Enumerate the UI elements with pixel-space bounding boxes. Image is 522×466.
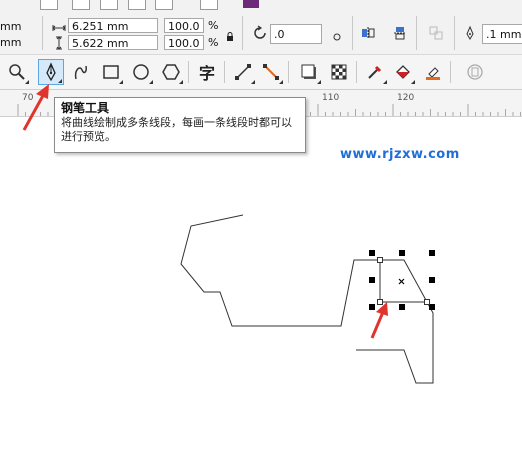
height-field[interactable]: 5.622 mm [68,35,158,50]
separator [450,61,451,83]
selection-handle[interactable] [399,250,405,256]
toolbar-stub-icon[interactable] [155,0,173,10]
smart-fill-tool[interactable] [420,59,446,85]
tooltip-title: 钢笔工具 [61,101,110,115]
flyout-corner [25,80,29,84]
drop-shadow-tool[interactable] [296,59,322,85]
scale-y-field[interactable]: 100.0 [164,35,204,50]
rotate-icon [252,25,268,41]
pen-nib-icon [462,25,478,41]
red-arrow-icon [370,302,388,339]
left-drawn-path[interactable] [180,214,380,327]
percent-label: % [208,36,219,49]
toolbar-stub-icon[interactable] [100,0,118,10]
fill-icon [426,67,440,80]
bezier-tool[interactable] [68,59,94,85]
pen-tool-tooltip: 钢笔工具 将曲线绘制成多条线段，每画一条线段时都可以进行预览。 [54,97,306,153]
selection-handle[interactable] [429,304,435,310]
width-icon [52,19,66,31]
selection-handle[interactable] [369,277,375,283]
separator [188,61,189,83]
text-tool-glyph: 字 [198,64,215,83]
property-bar: mm mm 6.251 mm 5.622 mm 100.0 100.0 % % … [0,0,522,55]
interactive-fill-tool[interactable] [390,59,416,85]
toolbox: 字 [0,55,522,90]
toolbar-stub-icon[interactable] [72,0,90,10]
node-marker[interactable] [377,257,383,263]
connector-icon [263,64,279,80]
flyout-corner [317,80,321,84]
magnifier-icon [9,64,25,80]
mirror-horizontal-icon[interactable] [360,25,376,41]
eyedropper-icon [368,65,382,79]
rectangle-icon [103,65,119,79]
flyout-corner [119,80,123,84]
paint-bucket-icon [396,65,410,79]
toolbar-stub-icon[interactable] [128,0,146,10]
separator [356,61,357,83]
selection-handle[interactable] [369,250,375,256]
flyout-corner [149,80,153,84]
combine-icon[interactable] [428,25,444,41]
width-field[interactable]: 6.251 mm [68,18,158,33]
text-tool[interactable]: 字 [194,59,220,85]
lock-ratio-icon[interactable] [226,27,234,41]
flyout-corner [251,80,255,84]
percent-label: % [208,19,219,32]
rectangle-tool[interactable] [98,59,124,85]
flyout-corner [279,80,283,84]
outline-width-field[interactable]: .1 mm [482,24,522,44]
selection-handle[interactable] [399,304,405,310]
selection-handle[interactable] [369,304,375,310]
toolbar-stub-icon[interactable] [200,0,218,10]
flyout-corner [383,80,387,84]
height-icon [53,35,65,50]
outline-icon [467,64,483,80]
node-marker[interactable] [424,299,430,305]
separator [352,16,353,50]
selection-handle[interactable] [429,250,435,256]
scale-x-field[interactable]: 100.0 [164,18,204,33]
degree-icon [332,27,342,41]
unit-label-top: mm [0,20,22,33]
polygon-tool[interactable] [158,59,184,85]
separator [454,16,455,50]
ellipse-icon [133,64,149,80]
diagonal-line-icon [235,64,251,80]
transparency-tool[interactable] [326,59,352,85]
curve-icon [74,65,87,80]
rotation-field[interactable]: .0 [270,24,322,44]
zoom-tool[interactable] [4,59,30,85]
drop-shadow-icon [301,64,316,79]
eyedropper-tool[interactable] [362,59,388,85]
checkerboard-icon [331,64,347,80]
pen-tool[interactable] [38,59,64,85]
toolbar-stub-icon[interactable] [40,0,58,10]
dimension-tool[interactable] [258,59,284,85]
center-mark-icon [398,278,405,285]
selected-quad[interactable] [379,259,428,303]
ellipse-tool[interactable] [128,59,154,85]
outline-tool[interactable] [462,59,488,85]
node-marker[interactable] [377,299,383,305]
flyout-corner [58,79,62,83]
selection-handle[interactable] [429,277,435,283]
separator [416,16,417,50]
flyout-corner [411,80,415,84]
watermark-text: www.rjzxw.com [340,147,460,162]
flyout-corner [179,80,183,84]
separator [224,61,225,83]
connector-tool[interactable] [230,59,256,85]
color-stub-icon[interactable] [243,0,259,8]
mirror-vertical-icon[interactable] [392,25,408,41]
separator [242,16,243,50]
separator [288,61,289,83]
unit-label-bottom: mm [0,36,22,49]
separator [42,16,43,50]
hexagon-icon [162,64,180,80]
tooltip-body: 将曲线绘制成多条线段，每画一条线段时都可以进行预览。 [61,116,292,143]
right-drawn-path[interactable] [356,301,434,384]
